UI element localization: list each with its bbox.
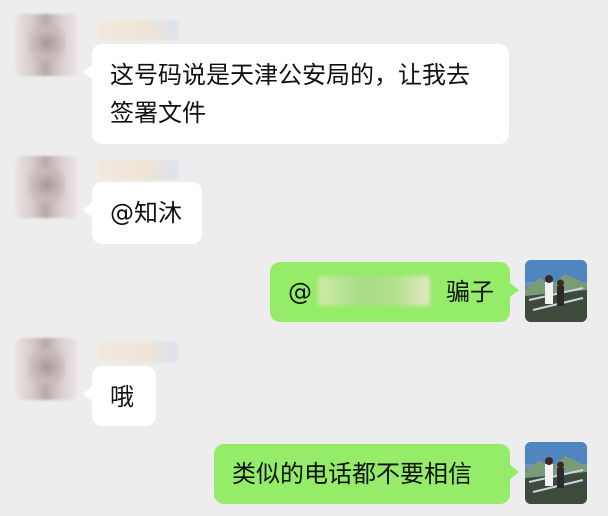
message-bubble-incoming[interactable]: 这号码说是天津公安局的，让我去 签署文件 xyxy=(83,44,509,144)
sender-name xyxy=(98,160,178,180)
sender-avatar[interactable] xyxy=(16,338,78,400)
sender-name xyxy=(98,342,178,362)
message-text: @知沐 xyxy=(110,199,182,227)
mention-name-redacted xyxy=(318,276,430,306)
mention-at: @ xyxy=(288,278,312,306)
message-bubble-outgoing[interactable]: 类似的电话都不要相信 xyxy=(214,444,519,504)
message-text: 哦 xyxy=(110,383,134,411)
my-avatar[interactable] xyxy=(525,442,587,504)
my-avatar[interactable] xyxy=(525,260,587,322)
message-bubble-incoming[interactable]: 哦 xyxy=(83,366,156,426)
message-text: 这号码说是天津公安局的，让我去 xyxy=(110,61,470,89)
avatar-photo-image xyxy=(525,442,587,504)
message-bubble-incoming[interactable]: @知沐 xyxy=(83,182,202,244)
sender-name xyxy=(98,20,178,40)
message-text: 类似的电话都不要相信 xyxy=(232,460,472,488)
message-text: 骗子 xyxy=(446,278,494,306)
sender-avatar[interactable] xyxy=(16,14,78,76)
avatar-photo-image xyxy=(525,260,587,322)
message-bubble-outgoing[interactable]: @ 骗子 xyxy=(270,262,519,322)
sender-avatar[interactable] xyxy=(16,156,78,218)
message-text: 签署文件 xyxy=(110,99,206,127)
